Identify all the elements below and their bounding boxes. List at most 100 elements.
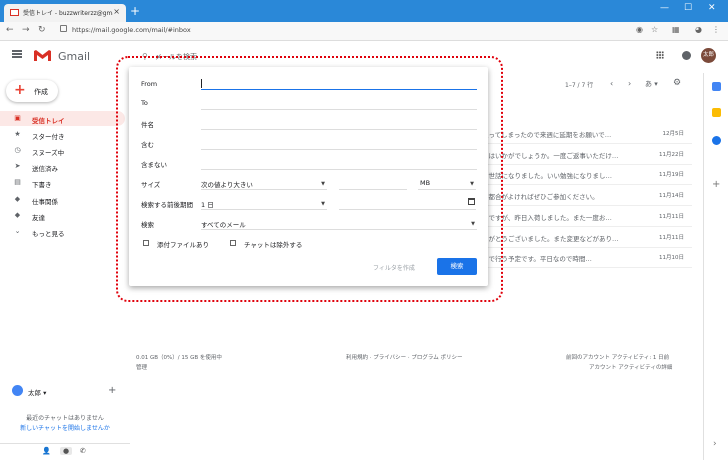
contacts-icon[interactable]: 👤	[42, 447, 51, 455]
size-value-input[interactable]	[339, 177, 407, 190]
minimize-icon[interactable]: —	[660, 3, 669, 13]
not-words-input[interactable]	[201, 168, 477, 170]
browser-menu-icon[interactable]: ⋮	[712, 25, 720, 34]
expand-panel-icon[interactable]: ›	[713, 439, 717, 449]
create-filter-button[interactable]: フィルタを作成	[373, 263, 415, 272]
avatar[interactable]: 太郎	[701, 48, 716, 63]
sidebar-item[interactable]: ◆ 仕事関係	[0, 192, 125, 207]
sidebar-item-label: 受信トレイ	[32, 117, 65, 125]
add-addon-icon[interactable]: +	[712, 179, 720, 190]
email-snippet: ご都合がよければぜひご参加ください。	[482, 193, 599, 202]
tasks-icon[interactable]	[712, 136, 721, 145]
sidebar-item[interactable]: ◷ スヌーズ中	[0, 143, 125, 158]
from-input[interactable]	[201, 88, 477, 90]
forward-icon[interactable]: →	[22, 25, 30, 35]
apps-grid-icon[interactable]	[656, 51, 664, 59]
input-tools-button[interactable]: あ ▾	[645, 79, 658, 89]
reload-icon[interactable]: ↻	[38, 25, 46, 35]
main-menu-icon[interactable]	[12, 50, 22, 58]
email-date: 11月11日	[659, 234, 684, 241]
search-button[interactable]: 検索	[437, 258, 477, 275]
url-field[interactable]: https://mail.google.com/mail/#inbox	[60, 25, 191, 34]
has-attachment-checkbox[interactable]	[143, 240, 149, 246]
hangouts-icon[interactable]: ●	[60, 447, 73, 455]
exclude-chats-checkbox[interactable]	[230, 240, 236, 246]
manage-storage-link[interactable]: 管理	[136, 363, 147, 371]
star-icon: ★	[14, 130, 21, 139]
subject-input[interactable]	[201, 128, 477, 130]
policy-links[interactable]: 利用規約 · プライバシー · プログラム ポリシー	[346, 353, 462, 361]
email-row[interactable]: ドで行う予定です。平日なので時間… 11月10日	[482, 247, 692, 269]
notification-icon[interactable]	[682, 51, 691, 60]
dropdown-arrow-icon: ▼	[321, 181, 325, 187]
has-attachment-label: 添付ファイルあり	[157, 241, 209, 249]
email-date: 11月14日	[659, 193, 684, 200]
has-words-input[interactable]	[201, 148, 477, 150]
compose-plus-icon: +	[14, 82, 26, 98]
email-row[interactable]: ご都合がよければぜひご参加ください。 11月14日	[482, 185, 692, 207]
to-input[interactable]	[201, 108, 477, 110]
email-row[interactable]: りがとうございました。また変更などがあり… 11月11日	[482, 227, 692, 248]
calendar-picker-icon[interactable]	[468, 198, 475, 205]
sidebar-item-label: スター付き	[32, 133, 65, 142]
new-tab-button[interactable]: +	[130, 4, 140, 18]
last-activity: 前回のアカウント アクティビティ: 1 日前	[566, 355, 670, 361]
eye-icon[interactable]: ◉	[636, 25, 643, 34]
email-row[interactable]: 日はいかがでしょうか。一度ご返事いただけ… 11月22日	[482, 144, 692, 165]
sidebar-item-label: 仕事関係	[32, 197, 58, 206]
email-snippet: お世話になりました。いい勉強になりまし…	[482, 172, 612, 181]
add-chat-icon[interactable]: +	[108, 385, 116, 396]
window-close-icon[interactable]: ✕	[708, 3, 716, 13]
chevron-down-icon: ⌄	[14, 226, 21, 235]
next-page-icon[interactable]: ›	[628, 79, 631, 88]
exclude-chats-label: チャットは除外する	[244, 241, 303, 249]
chat-avatar	[12, 385, 23, 396]
email-row[interactable]: 入ってしまったので来週に延期をお願いで… 12月5日	[482, 123, 692, 144]
gear-icon[interactable]: ⚙	[673, 78, 681, 88]
calendar-icon[interactable]	[712, 82, 721, 91]
profile-icon[interactable]: ◕	[695, 25, 702, 34]
label-icon: ◆	[14, 210, 21, 219]
back-icon[interactable]: ←	[6, 25, 14, 35]
compose-label: 作成	[34, 88, 48, 96]
email-date: 11月19日	[659, 172, 684, 179]
date-input[interactable]	[339, 197, 476, 210]
start-chat-link[interactable]: 新しいチャットを開始しませんか	[0, 423, 130, 432]
tab-close-icon[interactable]: ×	[113, 7, 120, 16]
search-in-select[interactable]: すべてのメール ▼	[201, 217, 477, 230]
sidebar-item-label: スヌーズ中	[32, 149, 65, 158]
email-row[interactable]: お世話になりました。いい勉強になりまし… 11月19日	[482, 164, 692, 186]
draft-icon: ▤	[14, 178, 21, 187]
no-chats-text: 最近のチャットはありません	[26, 415, 104, 422]
dropdown-arrow-icon: ▼	[321, 201, 325, 207]
sidebar-item-label: 友達	[32, 213, 45, 222]
sidebar-item[interactable]: ★ スター付き	[0, 127, 125, 142]
label-icon: ◆	[14, 194, 21, 203]
email-snippet: 品ですが、昨日入荷しました。また一度お…	[482, 213, 612, 222]
browser-tab[interactable]: 受信トレイ - buzzwriterzz@gmail.com ×	[4, 4, 126, 22]
email-row[interactable]: 品ですが、昨日入荷しました。また一度お… 11月11日	[482, 206, 692, 227]
size-label: サイズ	[141, 181, 161, 189]
keep-icon[interactable]	[712, 108, 721, 117]
not-words-label: 含まない	[141, 161, 167, 169]
date-range-select[interactable]: 1 日 ▼	[201, 197, 327, 210]
size-unit-select[interactable]: MB ▼	[418, 177, 476, 190]
bookmark-star-icon[interactable]: ☆	[651, 25, 658, 34]
clock-icon: ◷	[14, 146, 21, 155]
size-operator-select[interactable]: 次の値より大きい ▼	[201, 177, 327, 190]
sidebar-item[interactable]: ⌄ もっと見る	[0, 224, 125, 239]
compose-button[interactable]: + 作成	[6, 80, 58, 102]
tab-title: 受信トレイ - buzzwriterzz@gmail.com	[23, 10, 113, 17]
activity-details-link[interactable]: アカウント アクティビティの詳細	[589, 363, 672, 371]
extension-icon[interactable]: ▦	[672, 25, 680, 34]
prev-page-icon[interactable]: ‹	[610, 79, 613, 88]
email-snippet: ドで行う予定です。平日なので時間…	[482, 255, 592, 264]
phone-icon[interactable]: ✆	[80, 447, 86, 455]
sidebar-item[interactable]: ▣ 受信トレイ	[0, 111, 125, 126]
sidebar-item[interactable]: ➤ 送信済み	[0, 159, 125, 174]
storage-usage: 0.01 GB（0%）/ 15 GB を使用中	[136, 355, 222, 361]
sidebar-item[interactable]: ◆ 友達	[0, 208, 125, 223]
sidebar-item[interactable]: ▤ 下書き	[0, 175, 125, 190]
maximize-icon[interactable]: ☐	[684, 3, 692, 13]
chat-user-name: 太郎 ▾	[28, 389, 47, 397]
